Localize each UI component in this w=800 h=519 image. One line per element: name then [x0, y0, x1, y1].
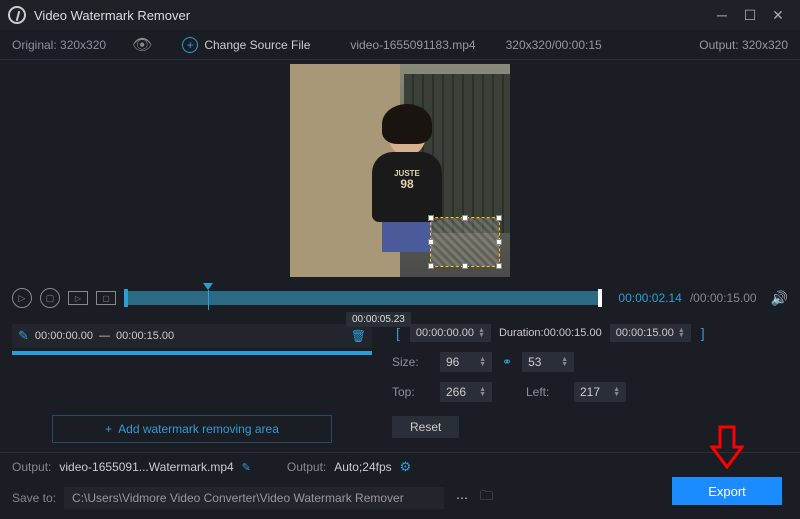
- annotation-arrow-icon: [710, 425, 744, 469]
- prev-frame-button[interactable]: ▷: [68, 291, 88, 305]
- output-file-label: Output:: [12, 460, 51, 474]
- next-frame-button[interactable]: ▢: [96, 291, 116, 305]
- timeline-scrubber[interactable]: [124, 291, 602, 305]
- app-logo-icon: [8, 6, 26, 24]
- app-title: Video Watermark Remover: [34, 8, 708, 23]
- brush-icon: ✎: [18, 328, 29, 344]
- delete-segment-icon[interactable]: 🗑: [351, 329, 366, 343]
- range-end-handle[interactable]: [598, 289, 602, 307]
- topbar: Original: 320x320 👁 + Change Source File…: [0, 30, 800, 60]
- change-source-button[interactable]: Change Source File: [204, 38, 310, 52]
- edit-output-name-icon[interactable]: ✎: [242, 461, 251, 474]
- spinner-icon[interactable]: ▲▼: [478, 328, 485, 338]
- titlebar: Video Watermark Remover ─ ☐ ✕: [0, 0, 800, 30]
- minimize-button[interactable]: ─: [708, 7, 736, 23]
- playhead-tooltip: 00:00:05.23: [346, 312, 411, 327]
- stop-button[interactable]: ▢: [40, 288, 60, 308]
- top-label: Top:: [392, 385, 430, 399]
- segment-row[interactable]: ✎ 00:00:00.00 — 00:00:15.00 🗑: [12, 324, 372, 348]
- video-preview[interactable]: JUSTE98: [290, 64, 510, 277]
- browse-path-button[interactable]: ⋯: [452, 491, 472, 505]
- output-format-label: Output:: [287, 460, 326, 474]
- spinner-icon[interactable]: ▲▼: [678, 328, 685, 338]
- open-folder-icon[interactable]: 🗀: [480, 487, 493, 509]
- export-button[interactable]: Export: [672, 477, 782, 505]
- left-label: Left:: [526, 385, 564, 399]
- preview-area: JUSTE98: [0, 60, 800, 280]
- segment-start: 00:00:00.00: [35, 330, 93, 342]
- segment-bar[interactable]: [12, 351, 372, 355]
- original-dimensions: Original: 320x320: [12, 38, 132, 52]
- output-file-value: video-1655091...Watermark.mp4: [59, 460, 233, 474]
- add-watermark-area-button[interactable]: + Add watermark removing area: [52, 415, 332, 443]
- range-end-bracket-icon[interactable]: ]: [697, 325, 709, 341]
- top-input[interactable]: 266▲▼: [440, 382, 492, 402]
- close-button[interactable]: ✕: [764, 7, 792, 24]
- range-start-handle[interactable]: [124, 289, 128, 307]
- output-dimensions: Output: 320x320: [699, 38, 788, 52]
- width-input[interactable]: 96▲▼: [440, 352, 492, 372]
- maximize-button[interactable]: ☐: [736, 7, 764, 24]
- segment-end: 00:00:15.00: [116, 330, 174, 342]
- height-input[interactable]: 53▲▼: [522, 352, 574, 372]
- range-start-bracket-icon[interactable]: [: [392, 325, 404, 341]
- total-time: /00:00:15.00: [690, 291, 757, 305]
- range-end-input[interactable]: 00:00:15.00▲▼: [610, 324, 691, 342]
- watermark-selection-box[interactable]: [430, 217, 500, 267]
- aspect-lock-icon[interactable]: ⚭: [502, 355, 512, 369]
- output-settings-icon[interactable]: ⚙: [400, 459, 412, 475]
- play-button[interactable]: ▷: [12, 288, 32, 308]
- save-path-input[interactable]: C:\Users\Vidmore Video Converter\Video W…: [64, 487, 444, 509]
- plus-circle-icon[interactable]: +: [182, 37, 198, 53]
- duration-label: Duration:00:00:15.00: [497, 324, 604, 342]
- source-dimensions-duration: 320x320/00:00:15: [506, 38, 602, 52]
- range-start-input[interactable]: 00:00:00.00▲▼: [410, 324, 491, 342]
- output-format-value: Auto;24fps: [334, 460, 391, 474]
- size-label: Size:: [392, 355, 430, 369]
- preview-toggle-icon[interactable]: 👁: [132, 35, 152, 55]
- source-filename: video-1655091183.mp4: [350, 38, 475, 52]
- playhead[interactable]: [208, 283, 213, 310]
- left-input[interactable]: 217▲▼: [574, 382, 626, 402]
- playback-controls: ▷ ▢ ▷ ▢ 00:00:02.14/00:00:15.00 🔊: [0, 280, 800, 316]
- reset-button[interactable]: Reset: [392, 416, 459, 438]
- current-time: 00:00:02.14: [618, 291, 681, 305]
- save-to-label: Save to:: [12, 491, 56, 505]
- plus-icon: +: [105, 422, 112, 436]
- volume-icon[interactable]: 🔊: [771, 290, 788, 307]
